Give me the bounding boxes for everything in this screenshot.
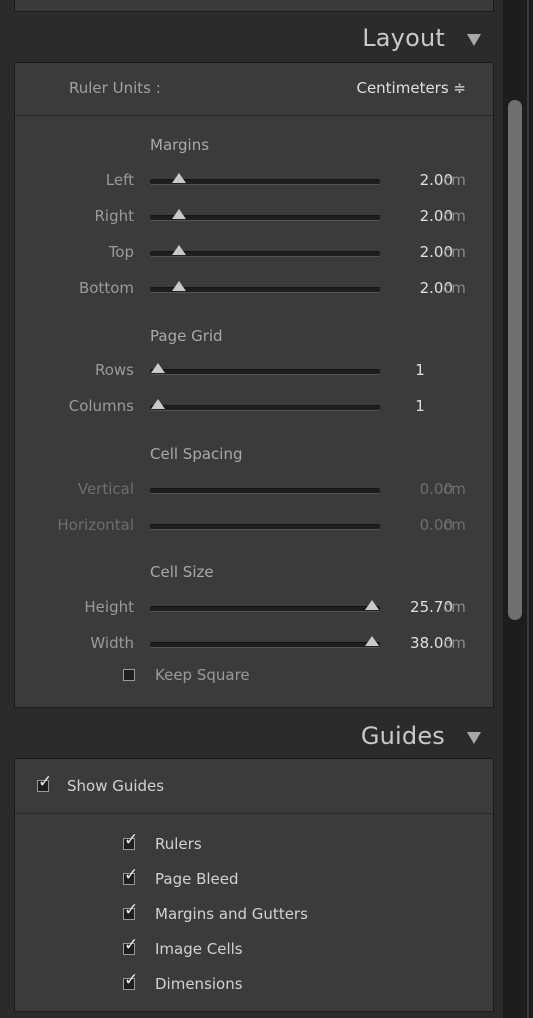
- slider-thumb[interactable]: [151, 399, 165, 409]
- slider-unit: cm: [443, 516, 466, 534]
- slider-track[interactable]: [150, 488, 380, 494]
- guides-section-title: Guides: [360, 722, 445, 750]
- slider-thumb[interactable]: [172, 173, 187, 183]
- slider-label: Rows: [94, 361, 134, 379]
- slider-label: Vertical: [77, 480, 134, 498]
- guide-checkbox[interactable]: ✓: [123, 867, 138, 885]
- slider-label: Bottom: [78, 279, 134, 297]
- slider-unit: cm: [443, 279, 466, 297]
- slider-label: Columns: [68, 397, 134, 415]
- page-grid-title: Page Grid: [150, 327, 223, 345]
- slider-track[interactable]: [150, 606, 380, 612]
- margins-title: Margins: [150, 136, 210, 154]
- checkmark-icon: ✓: [124, 970, 139, 990]
- collapse-triangle-icon[interactable]: [467, 732, 481, 744]
- previous-panel-edge: [14, 0, 494, 12]
- guide-label: Image Cells: [155, 940, 243, 958]
- layout-panel: Ruler Units : Centimeters ≑ Margins Left…: [14, 62, 494, 708]
- slider-thumb[interactable]: [172, 245, 187, 255]
- guide-checkbox[interactable]: ✓: [123, 832, 138, 850]
- slider-label: Left: [105, 171, 134, 189]
- ruler-units-select[interactable]: Centimeters ≑: [356, 79, 466, 97]
- slider-label: Height: [84, 598, 134, 616]
- guide-checkbox[interactable]: ✓: [123, 937, 138, 955]
- guide-label: Rulers: [155, 835, 202, 853]
- keep-square-label: Keep Square: [155, 666, 250, 684]
- guide-label: Dimensions: [155, 975, 243, 993]
- ruler-units-row: Ruler Units : Centimeters ≑: [15, 63, 493, 116]
- slider-thumb[interactable]: [365, 636, 379, 646]
- scrollbar-thumb[interactable]: [508, 100, 522, 620]
- checkmark-icon: ✓: [124, 865, 139, 885]
- slider-unit: cm: [443, 243, 466, 261]
- slider-unit: cm: [443, 634, 466, 652]
- guides-section-header[interactable]: Guides: [0, 714, 503, 760]
- slider-unit: cm: [443, 598, 466, 616]
- show-guides-checkbox[interactable]: ✓: [37, 774, 52, 792]
- checkmark-icon: ✓: [124, 830, 139, 850]
- slider-label: Width: [90, 634, 134, 652]
- checkmark-icon: ✓: [124, 935, 139, 955]
- ruler-units-label: Ruler Units :: [69, 79, 161, 97]
- slider-track[interactable]: [150, 369, 380, 375]
- scrollbar-divider: [527, 0, 529, 1018]
- slider-track[interactable]: [150, 524, 380, 530]
- collapse-triangle-icon[interactable]: [467, 34, 481, 46]
- guide-checkbox[interactable]: ✓: [123, 902, 138, 920]
- slider-unit: cm: [443, 480, 466, 498]
- slider-value[interactable]: 1: [410, 361, 430, 379]
- slider-unit: cm: [443, 171, 466, 189]
- slider-thumb[interactable]: [172, 209, 187, 219]
- cell-size-title: Cell Size: [150, 563, 214, 581]
- layout-section-title: Layout: [362, 24, 445, 52]
- slider-unit: cm: [443, 207, 466, 225]
- slider-value[interactable]: 1: [410, 397, 430, 415]
- slider-track[interactable]: [150, 642, 380, 648]
- slider-label: Top: [108, 243, 134, 261]
- guide-label: Margins and Gutters: [155, 905, 308, 923]
- slider-thumb[interactable]: [365, 600, 379, 610]
- show-guides-label: Show Guides: [67, 777, 165, 795]
- slider-thumb[interactable]: [151, 363, 165, 373]
- checkmark-icon: ✓: [38, 772, 53, 792]
- layout-section-header[interactable]: Layout: [0, 16, 503, 62]
- guide-label: Page Bleed: [155, 870, 239, 888]
- slider-track[interactable]: [150, 405, 380, 411]
- show-guides-row: ✓ Show Guides: [15, 759, 493, 814]
- slider-thumb[interactable]: [172, 281, 187, 291]
- guide-checkbox[interactable]: ✓: [123, 972, 138, 990]
- checkmark-icon: ✓: [124, 900, 139, 920]
- guides-panel: ✓ Show Guides ✓ Rulers ✓ Page Bleed ✓ Margins…: [14, 758, 494, 1012]
- slider-label: Horizontal: [57, 516, 134, 534]
- keep-square-checkbox[interactable]: [123, 669, 135, 681]
- slider-label: Right: [94, 207, 135, 225]
- cell-spacing-title: Cell Spacing: [150, 445, 243, 463]
